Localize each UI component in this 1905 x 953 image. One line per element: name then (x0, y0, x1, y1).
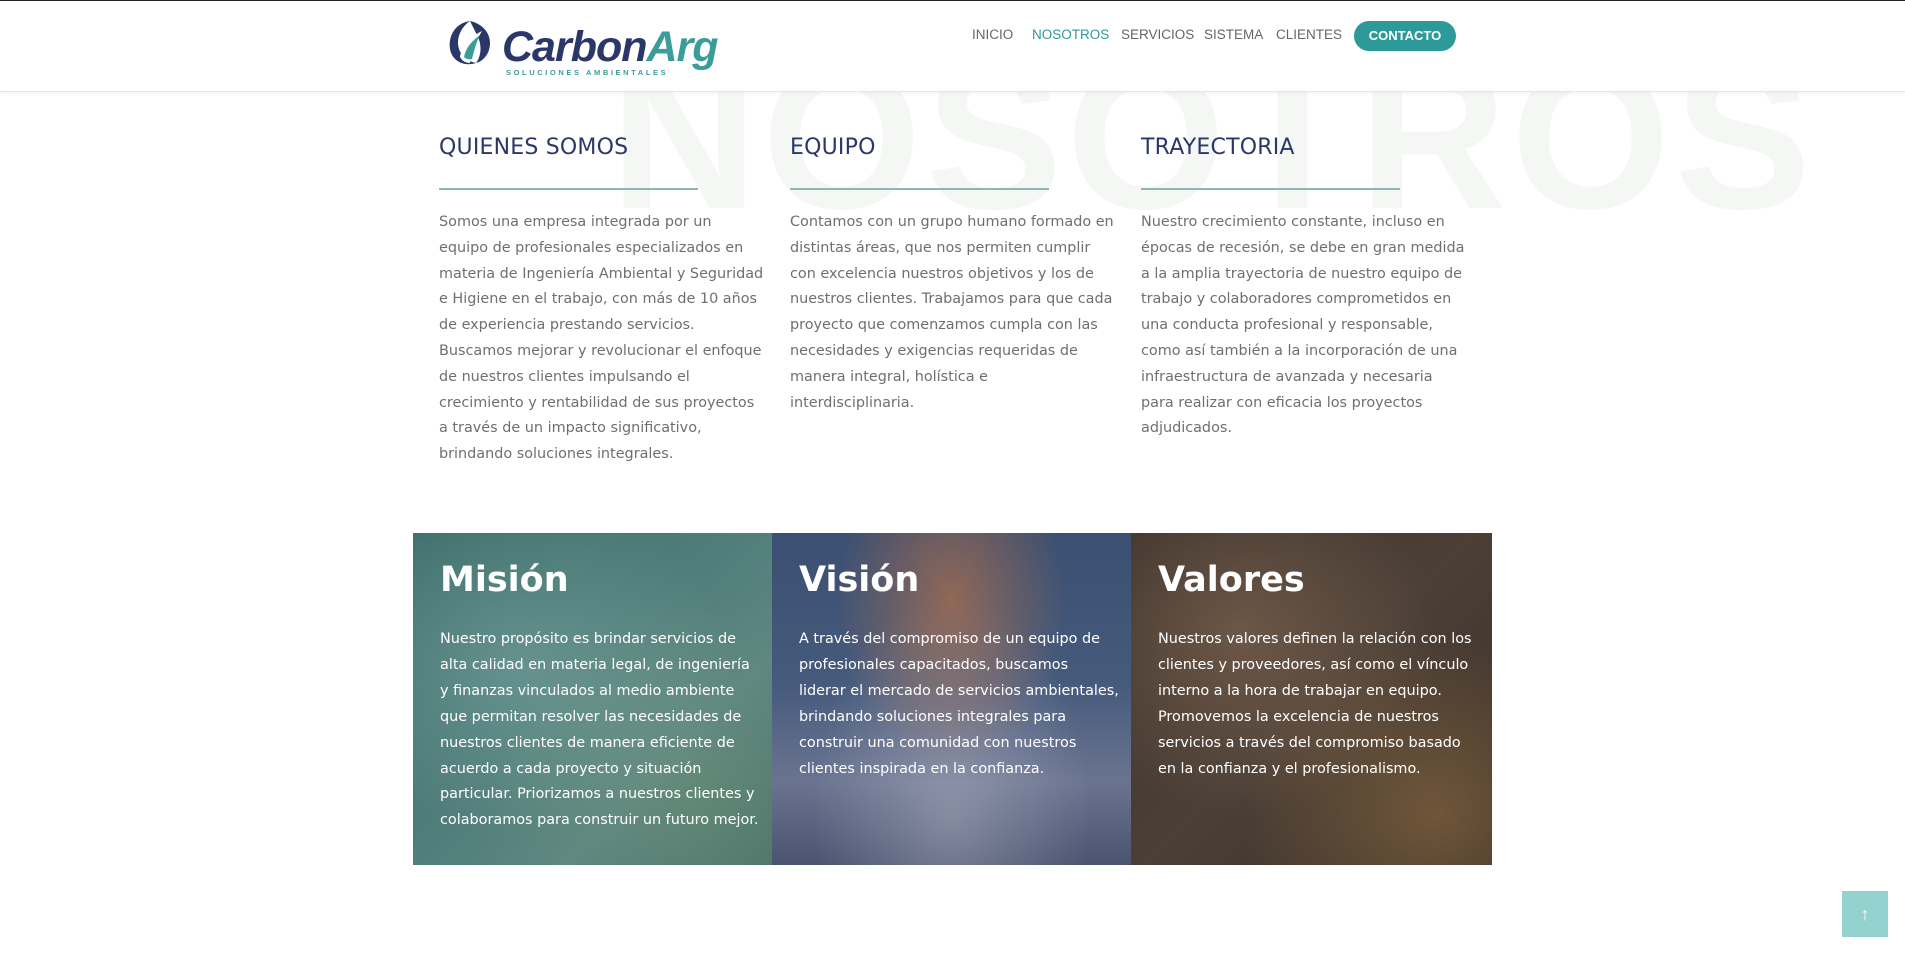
section-title: TRAYECTORIA (1141, 135, 1295, 160)
section-divider (790, 188, 1049, 190)
card-title: Valores (1158, 560, 1305, 600)
nav-item-inicio[interactable]: INICIO (972, 27, 1013, 42)
card-body: Nuestros valores definen la relación con… (1158, 631, 1472, 777)
logo-tagline: SOLUCIONES AMBIENTALES (506, 68, 669, 77)
scroll-to-top-button[interactable]: ↑ (1842, 891, 1888, 937)
card-body: A través del compromiso de un equipo de … (799, 631, 1119, 777)
logo-leaf-icon (449, 21, 490, 65)
logo[interactable]: CarbonArg SOLUCIONES AMBIENTALES (446, 17, 719, 81)
section-trayectoria: TRAYECTORIA Nuestro crecimiento constant… (1141, 132, 1466, 442)
section-body: Contamos con un grupo humano formado en … (790, 214, 1114, 411)
section-divider (1141, 188, 1400, 190)
nav-item-nosotros[interactable]: NOSOTROS (1032, 27, 1109, 42)
section-divider (439, 188, 698, 190)
section-title: QUIENES SOMOS (439, 135, 629, 160)
mission-vision-values: Misión Nuestro propósito es brindar serv… (413, 533, 1492, 865)
card-body: Nuestro propósito es brindar servicios d… (440, 631, 759, 829)
card-valores: Valores Nuestros valores definen la rela… (1131, 533, 1492, 865)
section-body: Nuestro crecimiento constante, incluso e… (1141, 214, 1465, 437)
card-title: Visión (799, 560, 920, 600)
site-header: CarbonArg SOLUCIONES AMBIENTALES INICIO … (0, 1, 1905, 92)
section-equipo: EQUIPO Contamos con un grupo humano form… (790, 132, 1115, 416)
card-title: Misión (440, 560, 569, 600)
section-quienes-somos: QUIENES SOMOS Somos una empresa integrad… (439, 132, 764, 468)
logo-wordmark: CarbonArg (502, 21, 719, 73)
logo-name-part2: Arg (646, 23, 719, 71)
nav-item-servicios[interactable]: SERVICIOS (1121, 27, 1194, 42)
nav-item-clientes[interactable]: CLIENTES (1276, 27, 1342, 42)
section-body: Somos una empresa integrada por un equip… (439, 214, 764, 463)
section-title: EQUIPO (790, 135, 876, 160)
arrow-up-icon: ↑ (1860, 904, 1870, 924)
card-mision: Misión Nuestro propósito es brindar serv… (413, 533, 772, 865)
contact-button[interactable]: CONTACTO (1354, 21, 1456, 51)
nav-item-sistema[interactable]: SISTEMA (1204, 27, 1263, 42)
logo-name-part1: Carbon (502, 23, 647, 71)
card-vision: Visión A través del compromiso de un equ… (772, 533, 1131, 865)
